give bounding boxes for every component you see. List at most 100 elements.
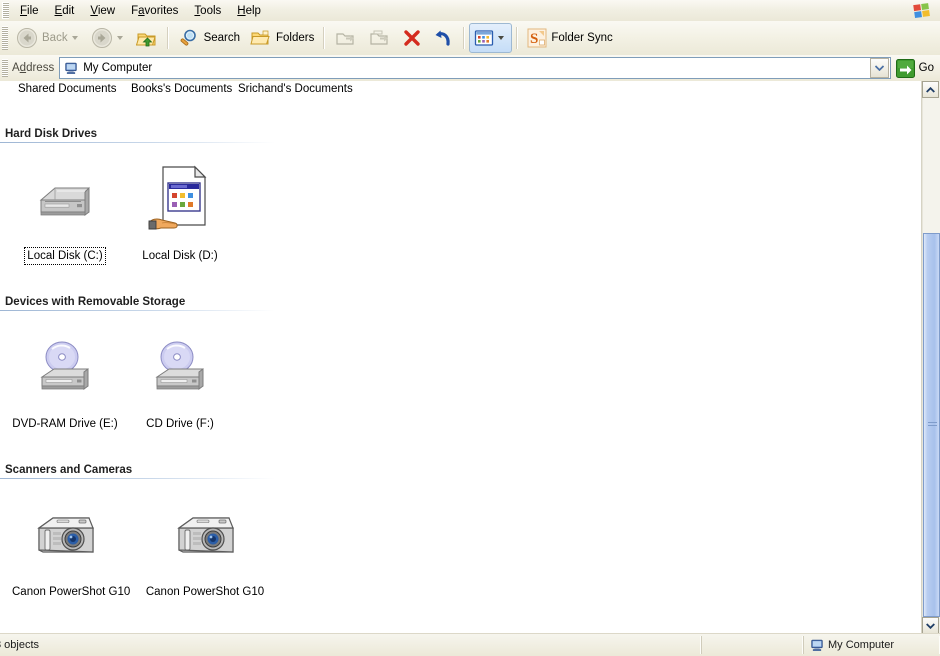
go-arrow-icon	[895, 58, 915, 78]
group-title-removable-storage: Devices with Removable Storage	[5, 296, 186, 308]
go-button[interactable]: Go	[895, 58, 934, 78]
list-item-dvd-ram-drive-e[interactable]: DVD-RAM Drive (E:)	[10, 320, 120, 432]
chevron-down-icon	[874, 65, 884, 71]
main-toolbar: Back Search Folders S Folder Sync	[0, 21, 940, 56]
folders-button-label: Folders	[276, 32, 315, 44]
item-label: Local Disk (D:)	[142, 250, 218, 262]
up-folder-icon	[135, 27, 158, 49]
folder-sync-button-label: Folder Sync	[551, 32, 613, 44]
scroll-down-button[interactable]	[922, 617, 939, 634]
hard-drive-icon	[10, 152, 120, 247]
list-item-canon-powershot-g10-2[interactable]: Canon PowerShot G10	[143, 488, 267, 600]
menu-item-file[interactable]: FFileile	[12, 2, 47, 20]
windows-flag-icon	[910, 2, 934, 19]
list-item-local-disk-d[interactable]: Local Disk (D:)	[125, 152, 235, 264]
item-label: Canon PowerShot G10	[145, 586, 265, 598]
list-item-canon-powershot-g10-1[interactable]: Canon PowerShot G10	[10, 488, 130, 600]
address-dropdown-button[interactable]	[869, 58, 889, 78]
views-button[interactable]	[469, 23, 513, 53]
menu-item-view[interactable]: View	[82, 2, 123, 20]
move-to-button[interactable]	[329, 23, 363, 53]
item-label: DVD-RAM Drive (E:)	[12, 418, 118, 430]
search-icon	[178, 27, 200, 49]
group-title-hard-disk-drives: Hard Disk Drives	[5, 128, 98, 140]
address-bar: Address My Computer Go	[0, 55, 940, 82]
list-item-local-disk-c[interactable]: Local Disk (C:)	[10, 152, 120, 265]
toolbar-separator-2	[323, 27, 326, 49]
status-size-pane	[701, 636, 803, 654]
item-label-books-documents[interactable]: Books's Documents	[131, 83, 232, 95]
views-grid-icon	[474, 29, 494, 47]
forward-dropdown-caret[interactable]	[116, 36, 123, 40]
go-button-label: Go	[918, 62, 934, 74]
group-divider	[0, 142, 275, 143]
status-objects-text: 8 objects	[0, 639, 40, 651]
address-input[interactable]: My Computer	[59, 57, 891, 79]
scroll-up-icon	[926, 86, 935, 93]
undo-arrow-icon	[432, 27, 454, 49]
menu-bar: FFileile Edit View Favorites Tools Help	[0, 0, 940, 22]
status-location-text: My Computer	[828, 639, 895, 651]
item-label: Local Disk (C:)	[24, 247, 106, 265]
scroll-up-button[interactable]	[922, 81, 939, 98]
svg-text:S: S	[530, 31, 538, 47]
status-bar: 8 objects My Computer	[0, 633, 940, 656]
search-button-label: Search	[203, 32, 241, 44]
camera-icon	[143, 488, 267, 583]
menu-item-favorites[interactable]: Favorites	[123, 2, 186, 20]
toolbar-separator-1	[166, 27, 169, 49]
delete-button[interactable]	[397, 23, 427, 53]
item-label-shared-documents[interactable]: Shared Documents	[18, 83, 116, 95]
camera-icon	[10, 488, 120, 583]
explorer-window: FFileile Edit View Favorites Tools Help	[0, 0, 940, 656]
delete-x-icon	[402, 27, 422, 49]
toolbar-grip[interactable]	[2, 26, 8, 50]
group-removable-storage: Devices with Removable Storage DVD-RAM D…	[0, 296, 275, 430]
status-objects-pane: 8 objects	[0, 636, 701, 654]
folder-sync-button[interactable]: S Folder Sync	[522, 23, 617, 53]
optical-drive-icon	[125, 320, 235, 415]
my-computer-icon	[810, 638, 824, 652]
folder-sync-s-icon: S	[527, 28, 547, 48]
address-value: My Computer	[83, 62, 153, 74]
back-button-label: Back	[42, 32, 68, 44]
vertical-scrollbar[interactable]	[921, 81, 940, 634]
file-list-pane[interactable]: Shared Documents Books's Documents Srich…	[0, 81, 922, 634]
move-to-folder-icon	[334, 27, 358, 49]
group-divider	[0, 478, 275, 479]
scrollbar-thumb[interactable]	[923, 232, 940, 617]
item-label: Canon PowerShot G10	[12, 586, 131, 598]
item-label-srichand-documents[interactable]: Srichand's Documents	[238, 83, 353, 95]
forward-arrow-icon	[91, 27, 113, 49]
back-button[interactable]: Back	[11, 23, 86, 53]
list-item-cd-drive-f[interactable]: CD Drive (F:)	[125, 320, 235, 432]
copy-to-folder-icon	[368, 27, 392, 49]
folders-button[interactable]: Folders	[245, 23, 319, 53]
item-label: CD Drive (F:)	[146, 418, 214, 430]
my-computer-icon	[64, 61, 78, 75]
group-title-scanners-cameras: Scanners and Cameras	[5, 464, 133, 476]
back-dropdown-caret[interactable]	[71, 36, 78, 40]
shared-disk-document-icon	[125, 152, 235, 247]
menu-item-tools[interactable]: Tools	[186, 2, 229, 20]
group-scanners-cameras: Scanners and Cameras Canon PowerShot G10…	[0, 464, 275, 598]
back-arrow-icon	[16, 27, 38, 49]
copy-to-button[interactable]	[363, 23, 397, 53]
address-bar-grip[interactable]	[2, 59, 8, 77]
group-divider	[0, 310, 275, 311]
menu-item-help[interactable]: Help	[229, 2, 269, 20]
optical-drive-icon	[10, 320, 120, 415]
menu-item-edit[interactable]: Edit	[47, 2, 83, 20]
status-location-pane: My Computer	[803, 636, 940, 654]
address-label: Address	[12, 62, 55, 74]
up-button[interactable]	[131, 23, 163, 53]
views-dropdown-caret[interactable]	[498, 36, 505, 40]
group-hard-disk-drives: Hard Disk Drives Local Disk (C:) Local D…	[0, 128, 275, 265]
forward-button[interactable]	[86, 23, 131, 53]
top-partial-row: Shared Documents Books's Documents Srich…	[0, 81, 922, 103]
menu-bar-grip[interactable]	[2, 2, 9, 19]
search-button[interactable]: Search	[173, 23, 245, 53]
toolbar-separator-4	[516, 27, 519, 49]
undo-button[interactable]	[427, 23, 459, 53]
scrollbar-track[interactable]	[922, 98, 940, 617]
